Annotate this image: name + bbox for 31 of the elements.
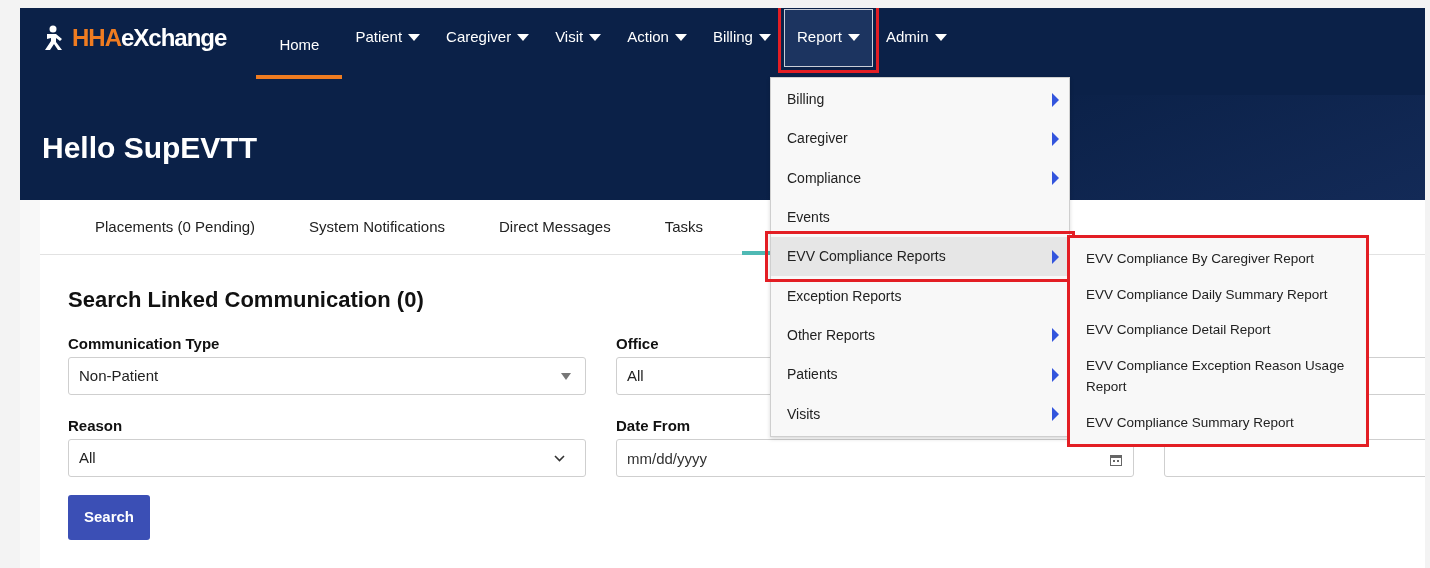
menu-item[interactable]: Caregiver [771,119,1069,159]
field-label: Reason [68,416,123,437]
field-label: Date From [616,416,691,437]
submenu-item[interactable]: EVV Compliance By Caregiver Report [1070,241,1366,277]
nav-menu-item[interactable]: Patient [342,8,434,67]
tab[interactable]: System Notifications [282,200,472,254]
field-label: Communication Type [68,334,220,355]
select-field[interactable]: All [68,439,586,478]
nav-menu-item[interactable]: Home [256,8,343,79]
nav-menu-item[interactable]: Admin [873,8,960,67]
date-field[interactable]: mm/dd/yyyy [616,439,1134,478]
greeting-title: Hello SupEVTT [42,129,257,166]
menu-item[interactable]: Compliance [771,158,1069,198]
tab[interactable]: Tasks [637,200,731,254]
submenu-item[interactable]: EVV Compliance Exception Reason Usage Report [1070,347,1366,405]
submenu-item[interactable]: EVV Compliance Daily Summary Report [1070,276,1366,313]
brand-logo-text: HHAeXchange [72,22,227,53]
tab[interactable]: Placements (0 Pending) [68,200,283,254]
submenu-item[interactable]: EVV Compliance Detail Report [1070,312,1366,348]
field-label: Office [616,334,659,355]
section-title: Search Linked Communication (0) [68,287,424,314]
nav-menu-item[interactable]: Action [614,8,700,67]
select-field[interactable]: Non-Patient [68,357,586,396]
search-button[interactable]: Search [68,495,151,540]
submenu-item[interactable]: EVV Compliance Summary Report [1070,404,1366,441]
menu-item[interactable]: Events [771,197,1069,238]
nav-menu-item[interactable]: Caregiver [433,8,543,67]
menu-item[interactable]: Exception Reports [771,276,1069,316]
tab[interactable]: Direct Messages [472,200,638,254]
menu-item[interactable]: Billing [771,80,1069,120]
nav-menu-item[interactable]: Visit [542,8,615,67]
